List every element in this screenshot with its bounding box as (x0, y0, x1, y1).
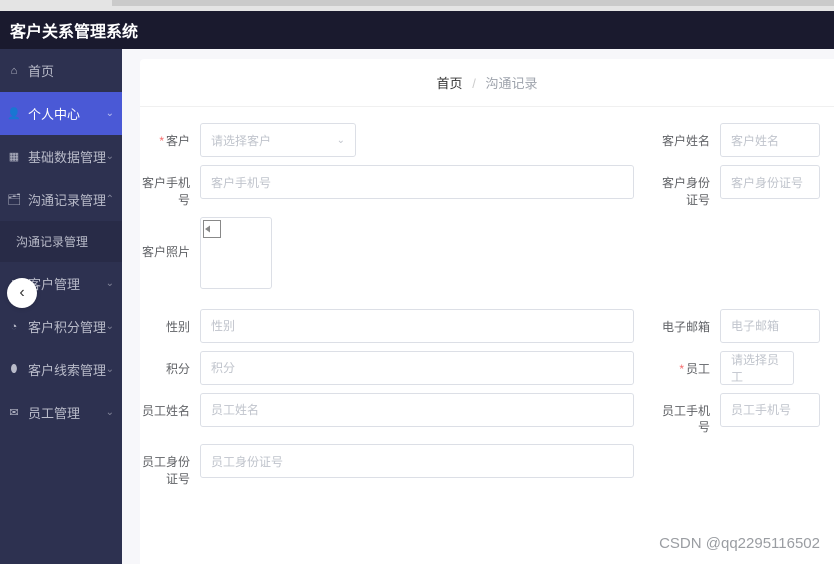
cust-id-input[interactable]: 客户身份证号 (720, 165, 820, 199)
sidebar-item-basicdata[interactable]: ▦ 基础数据管理 ⌄ (0, 135, 122, 178)
chevron-down-icon: ⌄ (337, 135, 345, 146)
gender-label: 性别 (140, 309, 200, 336)
chevron-down-icon: ⌄ (106, 108, 114, 119)
folder-icon: 🗂 (8, 194, 20, 206)
email-label: 电子邮箱 (660, 309, 720, 336)
cust-id-label: 客户身份证号 (660, 165, 720, 209)
sidebar-item-label: 客户积分管理 (28, 317, 106, 336)
gender-input[interactable]: 性别 (200, 309, 634, 343)
breadcrumb-home[interactable]: 首页 (437, 76, 463, 91)
bulb-icon: ⬮ (8, 364, 20, 376)
chevron-down-icon: ⌄ (106, 321, 114, 332)
sidebar-item-commlog[interactable]: 🗂 沟通记录管理 ⌃ (0, 178, 122, 221)
points-label: 积分 (140, 351, 200, 378)
chevron-down-icon: ⌄ (106, 364, 114, 375)
sidebar-item-personal[interactable]: 👤 个人中心 ⌄ (0, 92, 122, 135)
cust-photo-upload[interactable] (200, 217, 272, 289)
sidebar-item-label: 客户线索管理 (28, 360, 106, 379)
emp-name-label: 员工姓名 (140, 393, 200, 420)
sidebar-item-home[interactable]: ⌂ 首页 (0, 49, 122, 92)
cust-photo-label: 客户照片 (140, 244, 200, 261)
emp-phone-input[interactable]: 员工手机号 (720, 393, 820, 427)
chevron-down-icon: ⌄ (106, 151, 114, 162)
sidebar-item-label: 基础数据管理 (28, 147, 106, 166)
content-area: 首页 / 沟通记录 *客户 请选择客户⌄ 客户姓名 客户姓名 客户手机号 客户手… (122, 49, 834, 564)
customer-select[interactable]: 请选择客户⌄ (200, 123, 356, 157)
sidebar-item-label: 首页 (28, 61, 54, 80)
emp-phone-label: 员工手机号 (660, 393, 720, 437)
chevron-down-icon: ⌄ (106, 407, 114, 418)
mail-icon: ✉ (8, 407, 20, 419)
chart-icon: ◔ (8, 321, 20, 333)
emp-id-input[interactable]: 员工身份证号 (200, 444, 634, 478)
watermark: CSDN @qq2295116502 (659, 535, 820, 552)
home-icon: ⌂ (8, 65, 20, 77)
emp-name-input[interactable]: 员工姓名 (200, 393, 634, 427)
emp-label: *员工 (660, 351, 720, 378)
form: *客户 请选择客户⌄ 客户姓名 客户姓名 客户手机号 客户手机号 客户身份证号 … (140, 107, 834, 564)
sidebar-item-label: 个人中心 (28, 104, 80, 123)
window-top-bar (0, 0, 834, 11)
sidebar-item-commlog-sub[interactable]: 沟通记录管理 (0, 221, 122, 262)
user-icon: 👤 (8, 108, 20, 120)
cust-name-input[interactable]: 客户姓名 (720, 123, 820, 157)
sidebar-item-label: 沟通记录管理 (28, 190, 106, 209)
customer-label: *客户 (140, 123, 200, 150)
emp-id-label: 员工身份证号 (140, 444, 200, 488)
emp-select[interactable]: 请选择员工 (720, 351, 794, 385)
email-input[interactable]: 电子邮箱 (720, 309, 820, 343)
breadcrumb-current: 沟通记录 (485, 76, 537, 91)
breadcrumb: 首页 / 沟通记录 (140, 59, 834, 107)
broken-image-icon (203, 220, 221, 238)
chevron-up-icon: ⌃ (106, 194, 114, 205)
sidebar-collapse-button[interactable]: ‹ (7, 278, 37, 308)
cust-phone-label: 客户手机号 (140, 165, 200, 209)
chevron-left-icon: ‹ (19, 284, 24, 302)
sidebar-item-label: 沟通记录管理 (16, 233, 88, 250)
sidebar-item-leads[interactable]: ⬮ 客户线索管理 ⌄ (0, 348, 122, 391)
app-title: 客户关系管理系统 (0, 11, 834, 49)
grid-icon: ▦ (8, 151, 20, 163)
cust-name-label: 客户姓名 (660, 123, 720, 150)
sidebar-item-staff[interactable]: ✉ 员工管理 ⌄ (0, 391, 122, 434)
chevron-down-icon: ⌄ (106, 278, 114, 289)
sidebar-item-points[interactable]: ◔ 客户积分管理 ⌄ (0, 305, 122, 348)
sidebar-item-label: 员工管理 (28, 403, 80, 422)
cust-phone-input[interactable]: 客户手机号 (200, 165, 634, 199)
breadcrumb-sep: / (472, 76, 476, 91)
points-input[interactable]: 积分 (200, 351, 634, 385)
